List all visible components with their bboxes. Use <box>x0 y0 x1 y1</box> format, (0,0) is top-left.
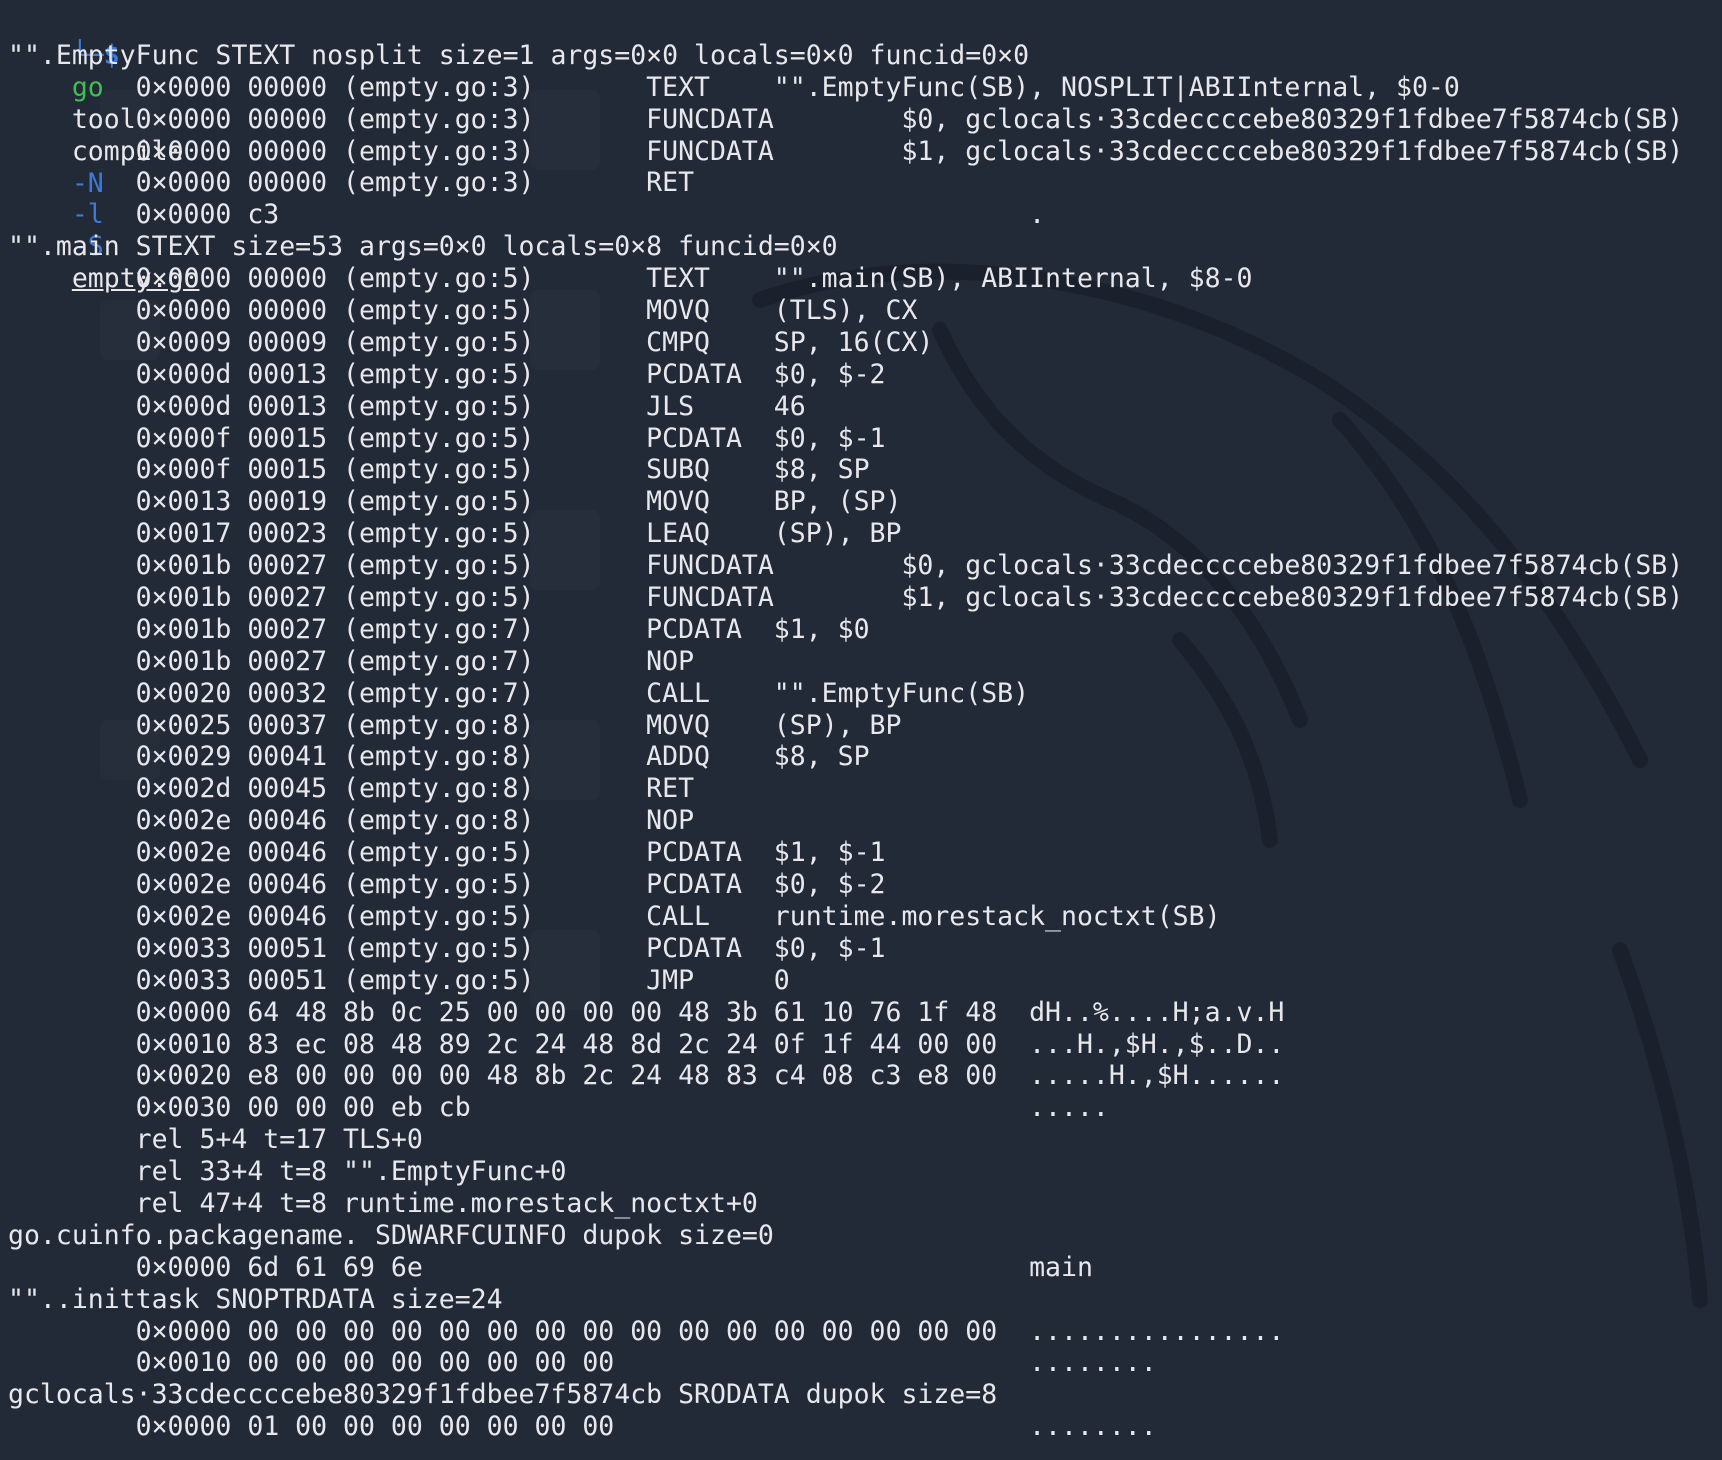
output-line: 0×0000 00000 (empty.go:3) FUNCDATA $1, g… <box>8 135 1684 167</box>
output-line: 0×002e 00046 (empty.go:5) PCDATA $0, $-2 <box>8 869 886 901</box>
output-line: 0×0033 00051 (empty.go:5) PCDATA $0, $-1 <box>8 932 886 964</box>
output-line: 0×0029 00041 (empty.go:8) ADDQ $8, SP <box>8 741 870 773</box>
output-line: 0×0000 00000 (empty.go:3) TEXT "".EmptyF… <box>8 71 1460 103</box>
output-line: 0×000f 00015 (empty.go:5) SUBQ $8, SP <box>8 454 870 486</box>
output-line: 0×0030 00 00 00 eb cb ..... <box>8 1092 1109 1124</box>
output-line: rel 5+4 t=17 TLS+0 <box>8 1124 423 1156</box>
output-line: 0×000d 00013 (empty.go:5) JLS 46 <box>8 390 806 422</box>
terminal-output: "".EmptyFunc STEXT nosplit size=1 args=0… <box>8 40 1714 1443</box>
output-line: 0×0020 e8 00 00 00 00 48 8b 2c 24 48 83 … <box>8 1060 1285 1092</box>
output-line: 0×0000 00000 (empty.go:3) RET <box>8 167 695 199</box>
output-line: 0×0025 00037 (empty.go:8) MOVQ (SP), BP <box>8 709 902 741</box>
output-line: 0×000d 00013 (empty.go:5) PCDATA $0, $-2 <box>8 358 886 390</box>
output-line: 0×002d 00045 (empty.go:8) RET <box>8 773 695 805</box>
output-line: 0×0000 00000 (empty.go:5) TEXT "".main(S… <box>8 263 1253 295</box>
output-line: 0×001b 00027 (empty.go:5) FUNCDATA $1, g… <box>8 582 1684 614</box>
output-line: 0×0000 00000 (empty.go:3) FUNCDATA $0, g… <box>8 103 1684 135</box>
output-line: ""..inittask SNOPTRDATA size=24 <box>8 1283 503 1315</box>
output-line: 0×0010 83 ec 08 48 89 2c 24 48 8d 2c 24 … <box>8 1028 1285 1060</box>
output-line: rel 33+4 t=8 "".EmptyFunc+0 <box>8 1156 567 1188</box>
output-line: "".EmptyFunc STEXT nosplit size=1 args=0… <box>8 39 1030 71</box>
output-line: 0×0000 64 48 8b 0c 25 00 00 00 00 48 3b … <box>8 996 1285 1028</box>
output-line: "".main STEXT size=53 args=0×0 locals=0×… <box>8 231 838 263</box>
output-line: 0×0000 00000 (empty.go:5) MOVQ (TLS), CX <box>8 295 918 327</box>
output-line: gclocals·33cdeccccebe80329f1fdbee7f5874c… <box>8 1379 998 1411</box>
terminal-window[interactable]: └─$ go tool compile -N -l -S empty.go ""… <box>8 8 1714 1452</box>
output-line: 0×002e 00046 (empty.go:5) CALL runtime.m… <box>8 900 1221 932</box>
output-line: 0×002e 00046 (empty.go:5) PCDATA $1, $-1 <box>8 837 886 869</box>
output-line: 0×0017 00023 (empty.go:5) LEAQ (SP), BP <box>8 518 902 550</box>
output-line: 0×0033 00051 (empty.go:5) JMP 0 <box>8 964 790 996</box>
output-line: 0×0000 6d 61 69 6e main <box>8 1251 1093 1283</box>
output-line: 0×0013 00019 (empty.go:5) MOVQ BP, (SP) <box>8 486 902 518</box>
output-line: go.cuinfo.packagename. SDWARFCUINFO dupo… <box>8 1219 774 1251</box>
output-line: 0×0000 00 00 00 00 00 00 00 00 00 00 00 … <box>8 1315 1285 1347</box>
output-line: 0×002e 00046 (empty.go:8) NOP <box>8 805 695 837</box>
output-line: 0×0000 c3 . <box>8 199 1046 231</box>
output-line: 0×0000 01 00 00 00 00 00 00 00 ........ <box>8 1411 1157 1443</box>
output-line: 0×0020 00032 (empty.go:7) CALL "".EmptyF… <box>8 677 1030 709</box>
output-line: rel 47+4 t=8 runtime.morestack_noctxt+0 <box>8 1187 758 1219</box>
command-line: └─$ go tool compile -N -l -S empty.go <box>8 8 1714 294</box>
output-line: 0×001b 00027 (empty.go:5) FUNCDATA $0, g… <box>8 550 1684 582</box>
output-line: 0×000f 00015 (empty.go:5) PCDATA $0, $-1 <box>8 422 886 454</box>
output-line: 0×0010 00 00 00 00 00 00 00 00 ........ <box>8 1347 1157 1379</box>
output-line: 0×001b 00027 (empty.go:7) PCDATA $1, $0 <box>8 613 870 645</box>
output-line: 0×0009 00009 (empty.go:5) CMPQ SP, 16(CX… <box>8 326 934 358</box>
output-line: 0×001b 00027 (empty.go:7) NOP <box>8 645 695 677</box>
